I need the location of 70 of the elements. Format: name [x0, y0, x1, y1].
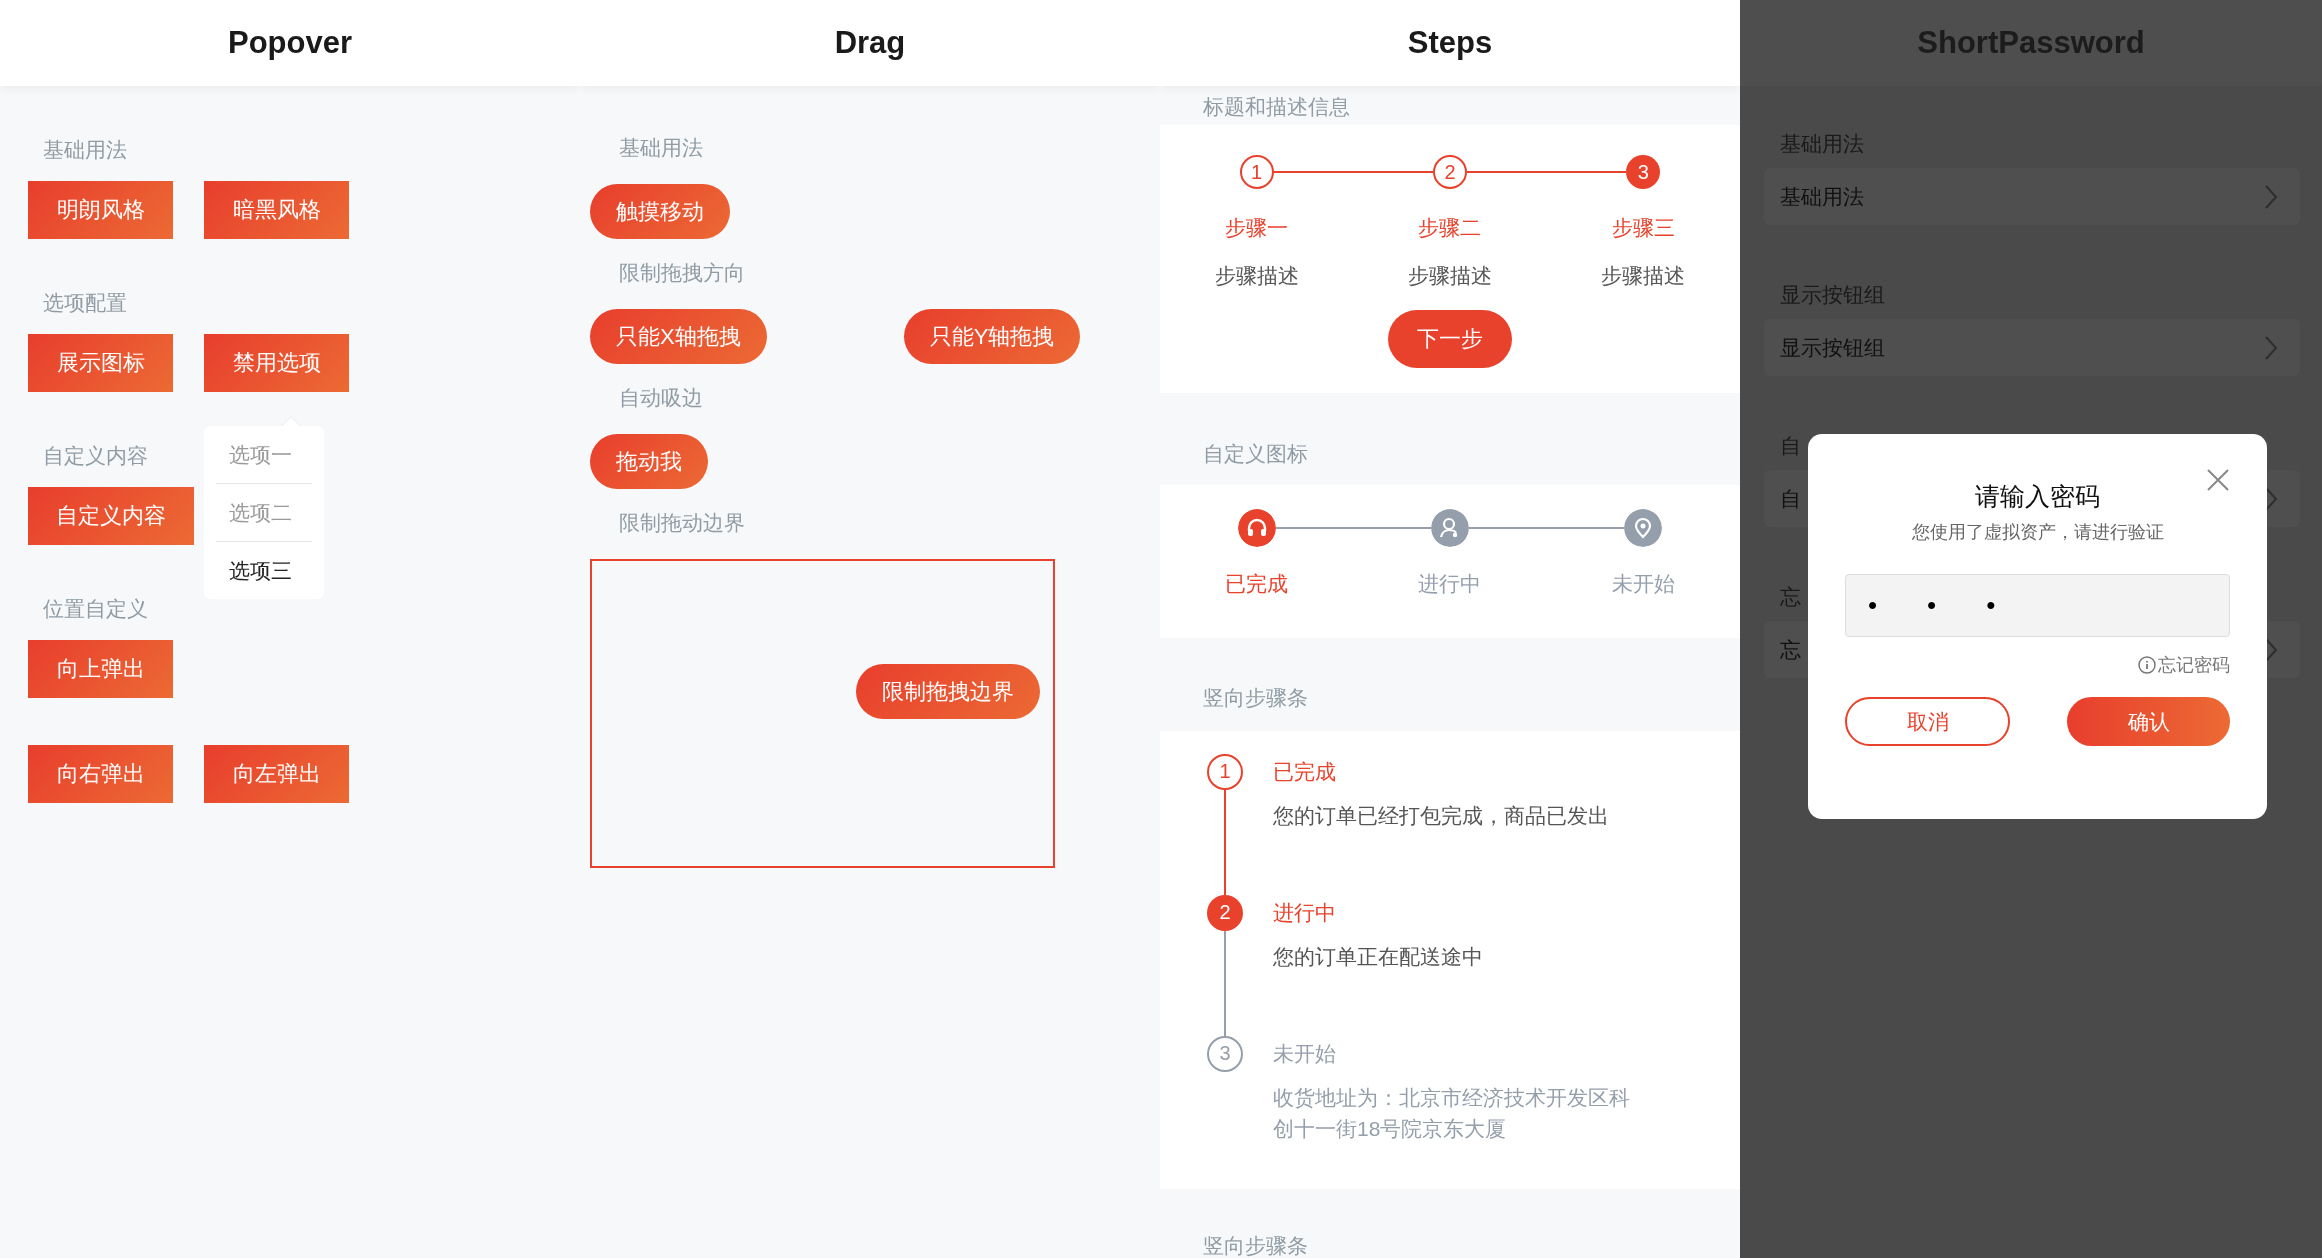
section-label: 自定义图标 [1203, 440, 1308, 467]
section-label: 基础用法 [43, 137, 127, 163]
close-icon[interactable] [2206, 468, 2230, 492]
list-cell[interactable]: 基础用法 [1764, 168, 2300, 225]
step-description: 您的订单正在配送途中 [1273, 943, 1483, 970]
step-title: 进行中 [1418, 570, 1482, 597]
step-number: 1 [1207, 753, 1243, 790]
info-icon [2138, 656, 2156, 674]
section-label: 限制拖拽方向 [619, 260, 745, 286]
drag-button[interactable]: 拖动我 [590, 434, 708, 489]
demo-button[interactable]: 禁用选项 [204, 334, 349, 392]
section-label: 自动吸边 [619, 385, 703, 411]
demo-button[interactable]: 展示图标 [28, 334, 173, 392]
step-title: 未开始 [1273, 1040, 1337, 1067]
section-label: 位置自定义 [43, 596, 148, 622]
dialog-subtitle: 您使用了虚拟资产，请进行验证 [1910, 521, 2165, 544]
step-description: 收货地址为：北京市经济技术开发区科创十一街18号院京东大厦 [1273, 1084, 1631, 1142]
drag-button[interactable]: 只能Y轴拖拽 [903, 309, 1081, 364]
step-number: 3 [1626, 155, 1661, 190]
demo-button[interactable]: 暗黑风格 [204, 181, 349, 239]
section-label: 基础用法 [619, 135, 703, 161]
section-label: 自定义内容 [43, 443, 148, 469]
step-description: 步骤描述 [1214, 263, 1299, 290]
chevron-icon [2264, 334, 2278, 361]
demo-button[interactable]: 向上弹出 [28, 640, 173, 698]
demo-button[interactable]: 明朗风格 [28, 181, 173, 239]
forgot-password-link[interactable]: 忘记密码 [2138, 653, 2230, 677]
cell-title: 显示按钮组 [1780, 334, 1885, 361]
section-label: 竖向步骤条 [1203, 1234, 1308, 1258]
step-number: 2 [1433, 155, 1467, 190]
menu-item[interactable]: 选项三 [216, 542, 312, 599]
chevron-icon [2264, 485, 2278, 512]
demo-button[interactable]: 向右弹出 [28, 745, 173, 803]
drag-button[interactable]: 触摸移动 [590, 184, 730, 239]
password-field[interactable]: ••• [1845, 574, 2230, 637]
demo-button[interactable]: 自定义内容 [28, 487, 194, 545]
step-title: 未开始 [1611, 570, 1675, 597]
step-title: 步骤一 [1225, 215, 1289, 242]
step-title: 步骤三 [1611, 215, 1675, 242]
step-title: 已完成 [1225, 570, 1289, 597]
chevron-icon [2264, 636, 2278, 663]
step-number: 1 [1239, 155, 1274, 190]
cancel-button[interactable]: 取消 [1845, 697, 2010, 746]
cell-title: 忘 [1780, 636, 1801, 663]
headset-icon [1237, 508, 1276, 547]
section-label: 竖向步骤条 [1203, 684, 1308, 711]
step-title: 步骤二 [1418, 215, 1482, 242]
list-cell[interactable]: 显示按钮组 [1764, 319, 2300, 376]
cell-title: 自 [1780, 485, 1801, 512]
page-title: Drag [834, 25, 906, 61]
step-title: 已完成 [1273, 758, 1337, 785]
page-title: Popover [228, 25, 352, 61]
chevron-icon [2264, 183, 2278, 210]
step-description: 步骤描述 [1601, 263, 1686, 290]
step-description: 步骤描述 [1408, 263, 1492, 290]
next-step-button[interactable]: 下一步 [1388, 310, 1512, 369]
section-label: 限制拖动边界 [619, 510, 745, 536]
step-description: 您的订单已经打包完成，商品已发出 [1273, 802, 1609, 829]
step-number: 3 [1207, 1035, 1243, 1072]
section-label: 选项配置 [43, 290, 127, 316]
section-label: 标题和描述信息 [1203, 94, 1350, 121]
page-title: Steps [1407, 25, 1493, 61]
confirm-button[interactable]: 确认 [2067, 697, 2230, 746]
dialog-title: 请输入密码 [1974, 481, 2101, 512]
step-number: 2 [1207, 894, 1243, 931]
step-title: 进行中 [1273, 899, 1337, 926]
demo-button[interactable]: 向左弹出 [204, 745, 349, 803]
drag-button[interactable]: 限制拖拽边界 [856, 664, 1040, 719]
cell-title: 基础用法 [1780, 183, 1864, 210]
drag-button[interactable]: 只能X轴拖拽 [590, 309, 767, 364]
